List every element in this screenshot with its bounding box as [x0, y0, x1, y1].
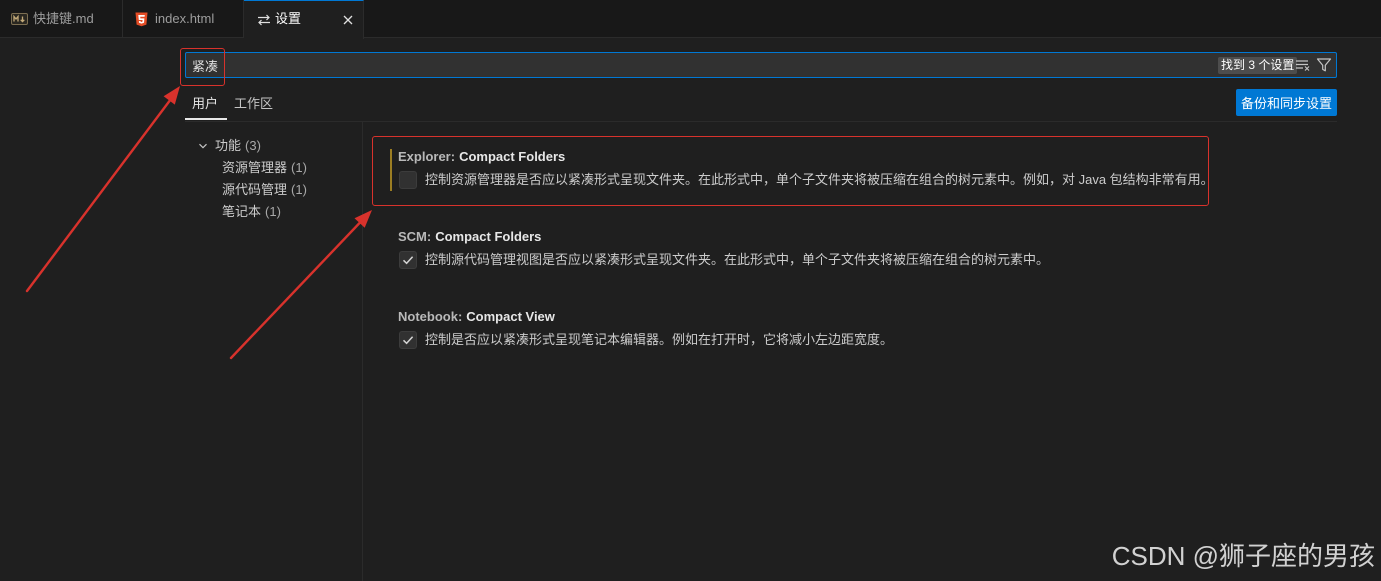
setting-title-scm-compact-folders: SCM: Compact Folders [398, 229, 541, 244]
annotation-arrows [25, 86, 372, 360]
setting-focus-indicator [390, 309, 392, 351]
toc-item-label: 笔记本 [222, 204, 262, 219]
annotation-arrow-to-setting [229, 210, 372, 360]
toc-divider [362, 122, 363, 581]
checkmark-icon [402, 256, 414, 265]
html5-icon [135, 12, 148, 27]
toc-item-count: (1) [265, 204, 281, 219]
setting-description: 控制资源管理器是否应以紧凑形式呈现文件夹。在此形式中，单个子文件夹将被压缩在组合… [425, 172, 1214, 187]
tab-label: 设置 [275, 11, 302, 26]
clear-filter-icon[interactable] [1295, 57, 1311, 73]
toc-group-label: 功能 [215, 138, 242, 153]
tab-workspace-settings[interactable]: 工作区 [234, 96, 273, 112]
toc-item-label: 源代码管理 [222, 182, 288, 197]
setting-title-notebook-compact-view: Notebook: Compact View [398, 309, 555, 324]
checkmark-icon [402, 336, 414, 345]
setting-description: 控制源代码管理视图是否应以紧凑形式呈现文件夹。在此形式中，单个子文件夹将被压缩在… [425, 252, 1050, 267]
setting-name: Compact Folders [459, 149, 566, 164]
setting-description: 控制是否应以紧凑形式呈现笔记本编辑器。例如在打开时，它将减小左边距宽度。 [425, 332, 894, 347]
close-icon[interactable] [341, 13, 355, 27]
toc-item-scm[interactable]: 源代码管理 (1) [222, 182, 307, 198]
tab-markdown-file[interactable]: 快捷键.md [0, 0, 123, 38]
toc-item-explorer[interactable]: 资源管理器 (1) [222, 160, 307, 176]
setting-checkbox-scm-compact-folders[interactable] [399, 251, 417, 269]
tab-label: index.html [155, 11, 215, 26]
setting-title-explorer-compact-folders: Explorer: Compact Folders [398, 149, 565, 164]
annotation-arrow-to-search [25, 86, 180, 293]
chevron-down-icon [197, 140, 209, 152]
editor-tab-bar: 快捷键.md index.html 设置 [0, 0, 1381, 39]
toc-group-count: (3) [245, 138, 261, 153]
watermark: CSDN @狮子座的男孩 [1111, 541, 1375, 571]
toc-item-notebook[interactable]: 笔记本 (1) [222, 204, 281, 220]
setting-category: Notebook: [398, 309, 463, 324]
toc-item-count: (1) [291, 160, 307, 175]
setting-category: SCM: [398, 229, 432, 244]
tab-user-settings[interactable]: 用户 [184, 96, 228, 120]
toc-item-label: 资源管理器 [222, 160, 288, 175]
tab-label: 快捷键.md [33, 11, 94, 26]
settings-search-input[interactable] [192, 56, 1212, 74]
filter-icon[interactable] [1316, 57, 1332, 73]
tab-settings[interactable]: 设置 [244, 0, 364, 39]
markdown-icon [11, 13, 28, 25]
setting-category: Explorer: [398, 149, 456, 164]
scope-tabs-divider [185, 121, 1337, 122]
setting-checkbox-notebook-compact-view[interactable] [399, 331, 417, 349]
backup-and-sync-settings-button[interactable]: 备份和同步设置 [1236, 89, 1337, 116]
settings-search-box: 找到 3 个设置 [185, 52, 1337, 78]
setting-focus-indicator [390, 149, 392, 191]
settings-editor-icon [257, 14, 271, 26]
setting-focus-indicator [390, 229, 392, 271]
search-results-badge: 找到 3 个设置 [1218, 57, 1298, 74]
toc-item-count: (1) [291, 182, 307, 197]
tab-html-file[interactable]: index.html [123, 0, 244, 38]
toc-group-features[interactable]: 功能 (3) [197, 138, 261, 154]
setting-checkbox-explorer-compact-folders[interactable] [399, 171, 417, 189]
setting-name: Compact View [466, 309, 555, 324]
setting-name: Compact Folders [435, 229, 542, 244]
